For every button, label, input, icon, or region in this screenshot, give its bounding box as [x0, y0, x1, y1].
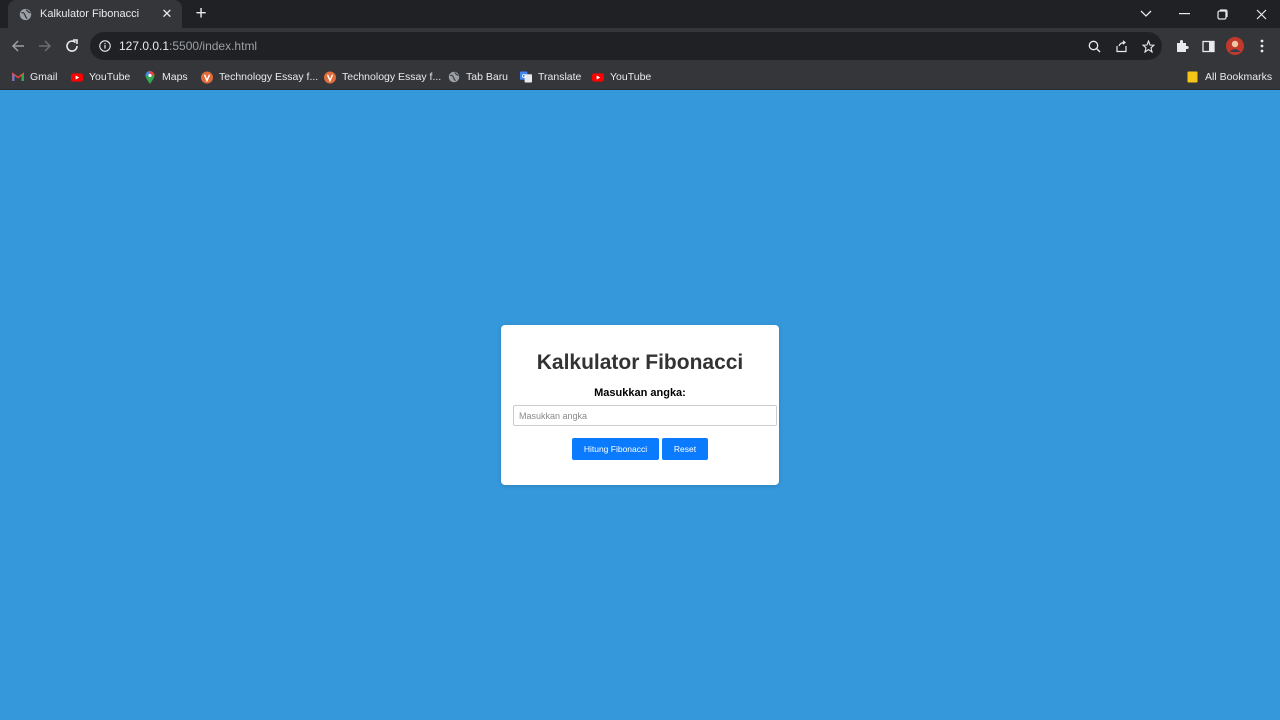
bookmark-technology-essay-1[interactable]: Technology Essay f...: [201, 69, 318, 85]
globe-icon: [18, 7, 32, 21]
tab-close-icon[interactable]: ✕: [160, 6, 174, 22]
bookmark-youtube-2[interactable]: YouTube: [592, 69, 651, 85]
bookmark-label: Technology Essay f...: [219, 71, 319, 83]
restore-icon[interactable]: [1203, 0, 1241, 28]
side-panel-icon[interactable]: [1198, 36, 1218, 56]
browser-tab[interactable]: Kalkulator Fibonacci ✕: [8, 0, 182, 28]
profile-avatar[interactable]: [1225, 36, 1245, 56]
site-info-icon[interactable]: [99, 39, 113, 53]
tab-strip: Kalkulator Fibonacci ✕ +: [0, 0, 1280, 28]
bookmark-label: YouTube: [89, 71, 131, 83]
zoom-icon[interactable]: [1086, 38, 1102, 54]
v-site-icon: [201, 71, 213, 83]
menu-kebab-icon[interactable]: [1252, 36, 1272, 56]
close-window-icon[interactable]: [1242, 0, 1280, 28]
reset-button[interactable]: Reset: [662, 438, 708, 460]
bookmark-tab-baru[interactable]: Tab Baru: [448, 69, 508, 85]
forward-icon[interactable]: [35, 36, 55, 56]
calculate-fibonacci-button[interactable]: Hitung Fibonacci: [572, 438, 659, 460]
input-label: Masukkan angka:: [594, 387, 686, 399]
page-title: Kalkulator Fibonacci: [536, 351, 744, 374]
fibonacci-card: Kalkulator Fibonacci Masukkan angka: Hit…: [501, 325, 779, 485]
url-path: :5500/index.html: [169, 39, 258, 53]
tab-search-icon[interactable]: [1127, 0, 1165, 28]
reload-icon[interactable]: [62, 36, 82, 56]
svg-text:G: G: [522, 74, 526, 80]
all-bookmarks[interactable]: All Bookmarks: [1187, 69, 1272, 85]
bookmarks-bar: Gmail YouTube Maps Technology Essay f...…: [0, 64, 1280, 90]
bookmark-technology-essay-2[interactable]: Technology Essay f...: [324, 69, 441, 85]
translate-icon: G: [520, 71, 532, 83]
globe-icon: [448, 71, 460, 83]
gmail-icon: [12, 71, 24, 83]
bookmark-label: Maps: [162, 71, 188, 83]
minimize-icon[interactable]: [1165, 0, 1203, 28]
bookmark-youtube[interactable]: YouTube: [71, 69, 130, 85]
all-bookmarks-label: All Bookmarks: [1205, 71, 1273, 83]
url-host: 127.0.0.1: [119, 39, 170, 53]
youtube-icon: [592, 71, 604, 83]
url-text: 127.0.0.1:5500/index.html: [119, 39, 257, 53]
bookmark-label: YouTube: [610, 71, 652, 83]
number-input[interactable]: [513, 405, 777, 426]
v-site-icon: [324, 71, 336, 83]
bookmark-label: Gmail: [30, 71, 58, 83]
address-bar[interactable]: 127.0.0.1:5500/index.html: [90, 32, 1162, 60]
bookmark-maps[interactable]: Maps: [144, 69, 188, 85]
browser-toolbar: 127.0.0.1:5500/index.html: [0, 28, 1280, 64]
bookmark-label: Tab Baru: [466, 71, 509, 83]
bookmark-label: Technology Essay f...: [342, 71, 442, 83]
folder-icon: [1187, 71, 1199, 83]
bookmark-label: Translate: [538, 71, 582, 83]
back-icon[interactable]: [8, 36, 28, 56]
extensions-icon[interactable]: [1172, 36, 1192, 56]
share-icon[interactable]: [1113, 38, 1129, 54]
bookmark-star-icon[interactable]: [1140, 38, 1156, 54]
youtube-icon: [71, 71, 83, 83]
maps-icon: [144, 70, 156, 84]
bookmark-gmail[interactable]: Gmail: [12, 69, 57, 85]
new-tab-button[interactable]: +: [192, 4, 210, 24]
bookmark-translate[interactable]: G Translate: [520, 69, 581, 85]
tab-title: Kalkulator Fibonacci: [40, 8, 140, 20]
